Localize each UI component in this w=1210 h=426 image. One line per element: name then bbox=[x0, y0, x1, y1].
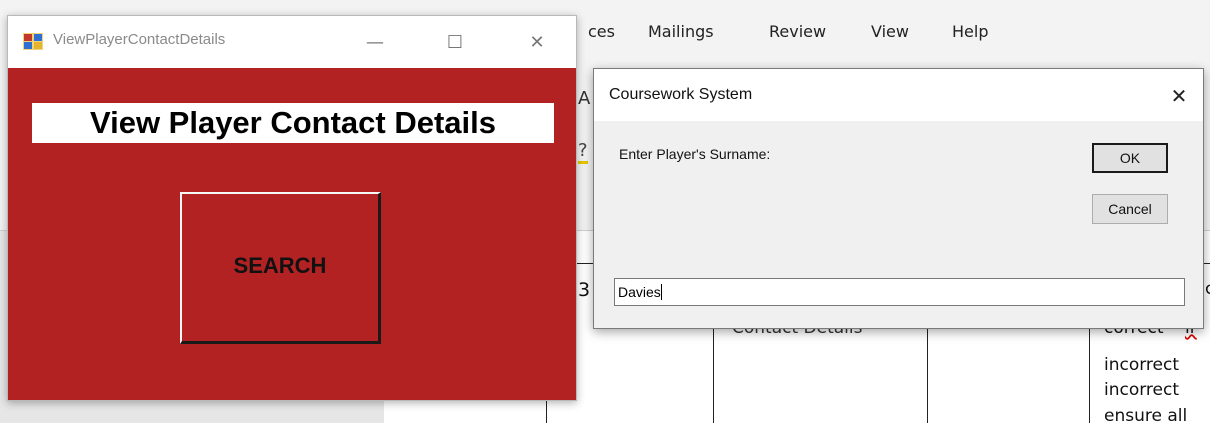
menu-review[interactable]: Review bbox=[769, 22, 826, 41]
surname-input-value: Davies bbox=[618, 284, 661, 300]
table-cell-text: 3 bbox=[578, 279, 591, 301]
ribbon-fragment-help: ? bbox=[578, 140, 588, 164]
surname-prompt: Enter Player's Surname: bbox=[619, 146, 771, 162]
table-cell-text: c bbox=[1205, 279, 1210, 299]
ribbon-fragment-a: A bbox=[578, 88, 591, 109]
maximize-button[interactable]: ☐ bbox=[433, 24, 477, 60]
surname-input[interactable]: Davies bbox=[614, 278, 1185, 306]
form-client-area: View Player Contact Details SEARCH bbox=[8, 68, 576, 400]
table-cell-text: incorrect bbox=[1104, 380, 1180, 400]
menu-help[interactable]: Help bbox=[952, 22, 988, 41]
view-player-contact-details-window: ViewPlayerContactDetails — ☐ ✕ View Play… bbox=[7, 15, 577, 401]
dialog-title: Coursework System bbox=[609, 86, 753, 103]
app-form-icon bbox=[23, 33, 43, 50]
cancel-button[interactable]: Cancel bbox=[1092, 194, 1168, 224]
form-title: ViewPlayerContactDetails bbox=[53, 31, 226, 48]
ok-button[interactable]: OK bbox=[1092, 143, 1168, 173]
form-heading: View Player Contact Details bbox=[32, 103, 554, 143]
table-cell-text: ensure all bbox=[1104, 406, 1188, 426]
dialog-title-bar[interactable]: Coursework System ✕ bbox=[594, 69, 1203, 121]
minimize-button[interactable]: — bbox=[353, 24, 397, 60]
close-button[interactable]: ✕ bbox=[515, 24, 559, 60]
text-caret bbox=[660, 284, 662, 300]
coursework-system-dialog: Coursework System ✕ Enter Player's Surna… bbox=[593, 68, 1204, 329]
form-title-bar[interactable]: ViewPlayerContactDetails — ☐ ✕ bbox=[8, 16, 576, 68]
dialog-close-button[interactable]: ✕ bbox=[1162, 79, 1196, 113]
menu-view[interactable]: View bbox=[871, 22, 909, 41]
menu-mailings[interactable]: Mailings bbox=[648, 22, 714, 41]
search-button[interactable]: SEARCH bbox=[180, 192, 381, 344]
menu-references[interactable]: ces bbox=[588, 22, 615, 41]
table-cell-text: incorrect bbox=[1104, 355, 1180, 375]
